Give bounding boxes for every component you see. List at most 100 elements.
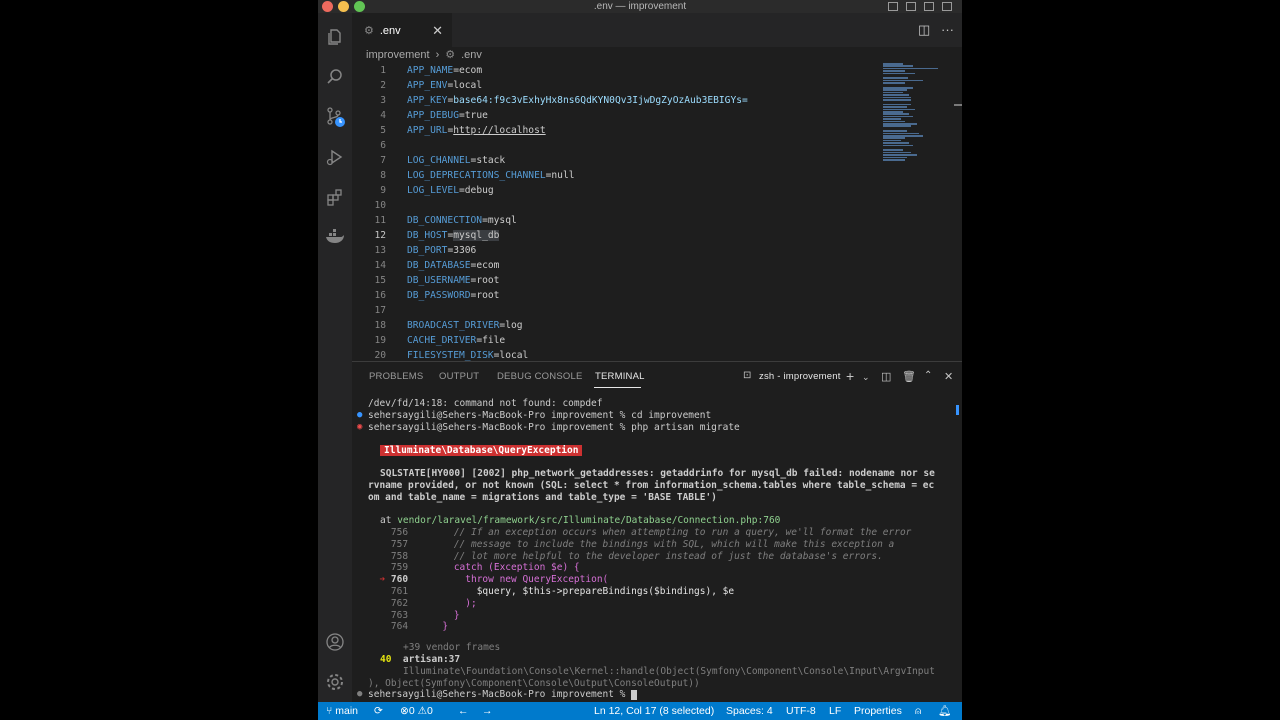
minimap-line — [883, 79, 923, 82]
notifications-bell-icon[interactable]: 🔔︎ — [938, 702, 951, 720]
toggle-sidebar-icon[interactable] — [888, 2, 898, 11]
tab-output[interactable]: OUTPUT — [439, 371, 479, 382]
accounts-icon[interactable] — [322, 629, 348, 655]
stack-frame-line: ), Object(Symfony\Component\Console\Outp… — [368, 678, 700, 689]
minimap-line — [883, 123, 917, 125]
sync-icon[interactable]: ⟳ — [374, 702, 383, 720]
stack-location: at vendor/laravel/framework/src/Illumina… — [380, 515, 781, 526]
go-back-icon[interactable]: ← — [458, 702, 469, 720]
minimap-line — [883, 111, 903, 113]
code-line[interactable]: 16 DB_PASSWORD=root — [352, 288, 882, 303]
branch-status[interactable]: ⑂ main — [326, 702, 358, 720]
minimap-line — [883, 132, 919, 135]
error-message-line: rvname provided, or not known (SQL: sele… — [368, 480, 935, 491]
code-line[interactable]: 9 LOG_LEVEL=debug — [352, 183, 882, 198]
line-number: 5 — [380, 125, 386, 136]
split-editor-icon[interactable]: ◫ — [918, 22, 930, 38]
minimap[interactable] — [883, 63, 953, 163]
code-line[interactable]: 17 — [352, 303, 882, 318]
minimap-line — [883, 94, 909, 96]
code-line[interactable]: 3 APP_KEY=base64:f9c3vExhyHx8ns6QdKYN0Qv3… — [352, 93, 882, 108]
code-line[interactable]: 7 LOG_CHANNEL=stack — [352, 153, 882, 168]
customize-layout-icon[interactable] — [942, 2, 952, 11]
problems-status[interactable]: ⊗0 ⚠0 — [400, 702, 433, 720]
line-number: 17 — [374, 305, 386, 316]
close-panel-icon[interactable]: ✕ — [944, 370, 953, 383]
file-path-link[interactable]: vendor/laravel/framework/src/Illuminate/… — [397, 515, 780, 526]
editor-scrollbar[interactable] — [954, 104, 962, 106]
terminal-prompt[interactable]: ● sehersaygili@Sehers-MacBook-Pro improve… — [357, 689, 638, 700]
breadcrumb-file[interactable]: .env — [461, 47, 482, 63]
toggle-panel-icon[interactable] — [906, 2, 916, 11]
split-terminal-icon[interactable]: ◫ — [881, 370, 891, 383]
maximize-window-button[interactable] — [354, 1, 365, 12]
minimap-line — [883, 118, 901, 120]
more-actions-icon[interactable]: ··· — [941, 22, 954, 37]
code-line[interactable]: 11 DB_CONNECTION=mysql — [352, 213, 882, 228]
extensions-icon[interactable] — [322, 184, 348, 210]
maximize-panel-icon[interactable]: ⌃ — [924, 370, 932, 381]
language-mode[interactable]: Properties — [854, 702, 902, 720]
tab-debug-console[interactable]: DEBUG CONSOLE — [497, 371, 582, 382]
explorer-icon[interactable] — [322, 24, 348, 50]
trash-icon[interactable]: 🗑 — [902, 370, 916, 383]
code-line[interactable]: 5 APP_URL=http://localhost — [352, 123, 882, 138]
code-line[interactable]: 10 — [352, 198, 882, 213]
command-success-dot-icon[interactable]: ● — [357, 410, 362, 421]
close-tab-icon[interactable]: ✕ — [432, 23, 443, 39]
line-content: APP_KEY=base64:f9c3vExhyHx8ns6QdKYN0Qv3I… — [407, 95, 748, 106]
code-line[interactable]: 8 LOG_DEPRECATIONS_CHANNEL=null — [352, 168, 882, 183]
code-line[interactable]: 1 APP_NAME=ecom — [352, 63, 882, 78]
source-control-icon[interactable] — [322, 104, 348, 130]
code-line[interactable]: 19 CACHE_DRIVER=file — [352, 333, 882, 348]
editor-tab-bar: ⚙ .env ✕ ◫ ··· — [352, 13, 962, 47]
minimap-line — [883, 142, 909, 144]
line-content: APP_NAME=ecom — [407, 65, 483, 76]
cursor-position[interactable]: Ln 12, Col 17 (8 selected) — [594, 702, 714, 720]
command-failed-dot-icon[interactable]: ◉ — [357, 422, 362, 433]
terminal-line: ● sehersaygili@Sehers-MacBook-Pro improve… — [357, 410, 712, 421]
terminal-scrollbar[interactable] — [956, 405, 959, 415]
code-line[interactable]: 20 FILESYSTEM_DISK=local — [352, 348, 882, 361]
code-line[interactable]: 4 APP_DEBUG=true — [352, 108, 882, 123]
go-forward-icon[interactable]: → — [482, 702, 493, 720]
end-of-line[interactable]: LF — [829, 702, 841, 720]
chevron-down-icon[interactable]: ⌄ — [862, 372, 870, 383]
line-content: APP_ENV=local — [407, 80, 483, 91]
code-line[interactable]: 15 DB_USERNAME=root — [352, 273, 882, 288]
tab-terminal[interactable]: TERMINAL — [595, 371, 645, 382]
line-number: 10 — [374, 200, 386, 211]
minimap-line — [883, 149, 903, 151]
new-terminal-icon[interactable]: + — [846, 368, 854, 384]
tab-problems[interactable]: PROBLEMS — [369, 371, 423, 382]
live-share-icon[interactable]: ⍝ — [915, 702, 921, 720]
indentation[interactable]: Spaces: 4 — [726, 702, 773, 720]
error-message-line: om and table_name = migrations and table… — [368, 492, 717, 503]
tab-env-file[interactable]: ⚙ .env ✕ — [352, 13, 452, 47]
docker-icon[interactable] — [322, 224, 348, 250]
minimize-window-button[interactable] — [338, 1, 349, 12]
code-editor[interactable]: 1 APP_NAME=ecom 2 APP_ENV=local 3 APP_KEY=bas… — [352, 63, 882, 361]
code-line[interactable]: 14 DB_DATABASE=ecom — [352, 258, 882, 273]
toggle-secondary-sidebar-icon[interactable] — [924, 2, 934, 11]
code-line[interactable]: 12 DB_HOST=mysql_db — [352, 228, 882, 243]
minimap-line — [883, 159, 905, 161]
error-icon: ⊗ — [400, 705, 409, 717]
minimap-line — [883, 89, 907, 91]
code-line[interactable]: 18 BROADCAST_DRIVER=log — [352, 318, 882, 333]
search-icon[interactable] — [322, 64, 348, 90]
minimap-line — [883, 91, 903, 94]
code-line[interactable]: 13 DB_PORT=3306 — [352, 243, 882, 258]
code-line[interactable]: 6 — [352, 138, 882, 153]
code-line[interactable]: 2 APP_ENV=local — [352, 78, 882, 93]
line-number: 8 — [380, 170, 386, 181]
terminal-icon: ⊡ — [743, 370, 752, 381]
close-window-button[interactable] — [322, 1, 333, 12]
minimap-line — [883, 72, 915, 75]
line-content: LOG_LEVEL=debug — [407, 185, 494, 196]
terminal-instance-label[interactable]: zsh - improvement — [759, 371, 841, 382]
manage-gear-icon[interactable] — [322, 669, 348, 695]
breadcrumb-folder[interactable]: improvement — [366, 47, 430, 63]
encoding[interactable]: UTF-8 — [786, 702, 816, 720]
run-debug-icon[interactable] — [322, 144, 348, 170]
